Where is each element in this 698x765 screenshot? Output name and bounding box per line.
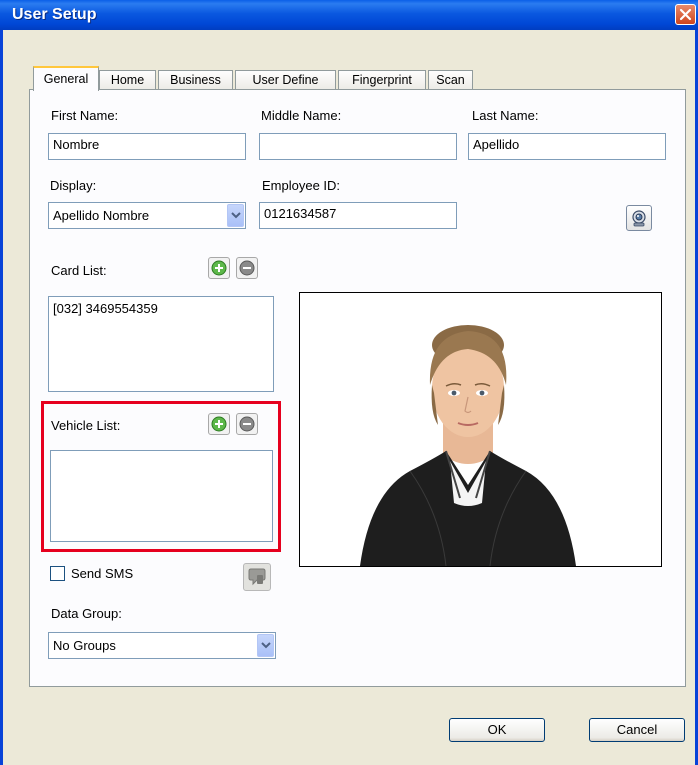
card-list-box[interactable]: [032] 3469554359: [48, 296, 274, 392]
chevron-down-icon[interactable]: [227, 204, 244, 227]
data-group-select[interactable]: No Groups: [48, 632, 276, 659]
sms-settings-button[interactable]: [243, 563, 271, 591]
webcam-button[interactable]: [626, 205, 652, 231]
user-photo: [299, 292, 662, 567]
add-vehicle-button[interactable]: [208, 413, 230, 435]
last-name-field[interactable]: Apellido: [468, 133, 666, 160]
display-label: Display:: [50, 178, 97, 193]
send-sms-checkbox[interactable]: [50, 566, 65, 581]
middle-name-field[interactable]: [259, 133, 457, 160]
vehicle-list-label: Vehicle List:: [51, 418, 121, 433]
last-name-label: Last Name:: [472, 108, 539, 123]
remove-vehicle-button[interactable]: [236, 413, 258, 435]
first-name-field[interactable]: Nombre: [48, 133, 246, 160]
cancel-button[interactable]: Cancel: [589, 718, 685, 742]
display-select-value: Apellido Nombre: [53, 208, 150, 223]
vehicle-list-box[interactable]: [50, 450, 273, 542]
data-group-label: Data Group:: [51, 606, 122, 621]
tab-scan[interactable]: Scan: [428, 70, 473, 90]
user-setup-dialog: User Setup General Home Business User De…: [0, 0, 698, 765]
send-sms-label: Send SMS: [71, 566, 134, 581]
tab-business[interactable]: Business: [158, 70, 233, 90]
list-item[interactable]: [032] 3469554359: [53, 301, 269, 316]
tab-fingerprint[interactable]: Fingerprint: [338, 70, 426, 90]
remove-card-button[interactable]: [236, 257, 258, 279]
ok-button[interactable]: OK: [449, 718, 545, 742]
title-bar: User Setup: [0, 0, 698, 30]
close-button[interactable]: [675, 4, 696, 25]
window-title: User Setup: [12, 6, 97, 23]
middle-name-label: Middle Name:: [261, 108, 342, 123]
data-group-select-value: No Groups: [53, 638, 116, 653]
display-select[interactable]: Apellido Nombre: [48, 202, 246, 229]
chevron-down-icon[interactable]: [257, 634, 274, 657]
tab-user-define[interactable]: User Define: [235, 70, 336, 90]
tab-general[interactable]: General: [33, 66, 99, 91]
first-name-label: First Name:: [51, 108, 119, 123]
employee-id-label: Employee ID:: [262, 178, 341, 193]
card-list-label: Card List:: [51, 263, 107, 278]
tab-home[interactable]: Home: [99, 70, 156, 90]
add-card-button[interactable]: [208, 257, 230, 279]
employee-id-field[interactable]: 0121634587: [259, 202, 457, 229]
